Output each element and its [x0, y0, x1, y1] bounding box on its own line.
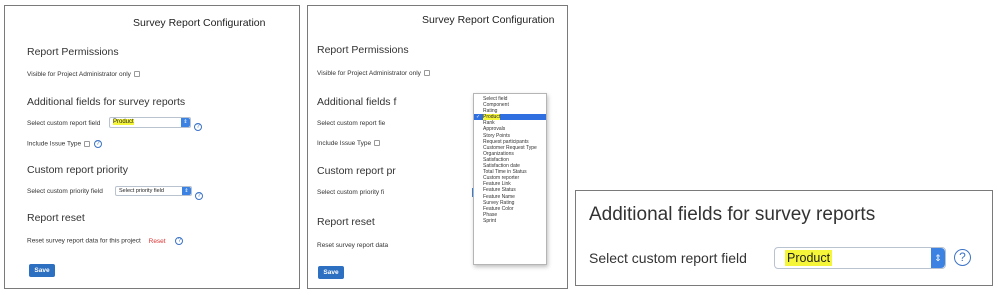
- custom-field-dropdown[interactable]: Select field Component Rating ✓ Product Rank A…: [473, 93, 547, 265]
- dropdown-option-label: Product: [483, 114, 501, 121]
- page-title: Survey Report Configuration: [422, 14, 555, 26]
- permissions-heading: Report Permissions: [317, 44, 409, 56]
- page-title: Survey Report Configuration: [133, 17, 266, 29]
- additional-fields-heading: Additional fields f: [317, 96, 397, 108]
- reset-label: Reset survey report data for this projec…: [27, 237, 141, 245]
- custom-field-value: Product: [113, 119, 134, 125]
- config-panel-dropdown-open: Survey Report Configuration Report Permi…: [307, 5, 568, 289]
- priority-heading: Custom report priority: [27, 164, 128, 176]
- priority-label: Select custom priority field: [27, 188, 103, 195]
- include-issue-type-checkbox[interactable]: [374, 140, 381, 147]
- config-panel-default: Survey Report Configuration Report Permi…: [4, 5, 300, 289]
- additional-fields-heading: Additional fields for survey reports: [27, 96, 186, 108]
- zoomed-detail-panel: Additional fields for survey reports Sel…: [575, 190, 993, 286]
- visible-admin-row: Visible for Project Administrator only: [27, 71, 140, 78]
- priority-value: Select priority field: [119, 188, 164, 194]
- include-issue-type-row: Include Issue Type: [317, 140, 381, 147]
- save-button[interactable]: Save: [318, 266, 344, 279]
- permissions-heading: Report Permissions: [27, 46, 119, 58]
- visible-admin-checkbox[interactable]: [133, 71, 140, 78]
- include-issue-type-label: Include Issue Type: [27, 140, 82, 148]
- help-icon[interactable]: ?: [194, 122, 202, 131]
- dropdown-options: Select field Component Rating ✓ Product Rank A…: [474, 96, 546, 224]
- visible-admin-label: Visible for Project Administrator only: [27, 71, 131, 78]
- custom-field-label: Select custom report field: [27, 120, 101, 127]
- dropdown-option[interactable]: Sprint: [474, 218, 546, 224]
- select-arrows-icon: ⇕: [181, 118, 190, 127]
- help-icon[interactable]: ?: [93, 140, 102, 148]
- save-button[interactable]: Save: [29, 264, 55, 277]
- select-arrows-icon: ⇕: [182, 187, 191, 195]
- custom-field-label: Select custom report field: [589, 250, 747, 266]
- visible-admin-checkbox[interactable]: [423, 70, 430, 77]
- help-icon[interactable]: ?: [175, 237, 184, 245]
- include-issue-type-label: Include Issue Type: [317, 140, 372, 147]
- priority-select[interactable]: Select priority field ⇕: [115, 186, 192, 196]
- custom-field-help[interactable]: ?: [954, 249, 971, 267]
- custom-field-help[interactable]: ?: [194, 118, 202, 136]
- help-icon[interactable]: ?: [195, 191, 203, 200]
- visible-admin-label: Visible for Project Administrator only: [317, 70, 421, 77]
- priority-help[interactable]: ?: [195, 187, 203, 205]
- custom-field-select[interactable]: Product ⇕: [109, 117, 191, 128]
- reset-row: Reset survey report data for this projec…: [27, 237, 184, 245]
- reset-heading: Report reset: [317, 216, 375, 228]
- reset-label: Reset survey report data: [317, 242, 389, 249]
- custom-field-label: Select custom report fie: [317, 120, 386, 127]
- priority-heading: Custom report pr: [317, 165, 396, 177]
- help-icon[interactable]: ?: [954, 249, 971, 267]
- priority-label: Select custom priority fi: [317, 189, 385, 196]
- include-issue-type-row: Include Issue Type ?: [27, 140, 102, 148]
- additional-fields-heading: Additional fields for survey reports: [589, 204, 876, 225]
- visible-admin-row: Visible for Project Administrator only: [317, 70, 430, 77]
- include-issue-type-checkbox[interactable]: [84, 141, 91, 147]
- select-arrows-icon: ⇕: [931, 248, 945, 268]
- custom-field-value: Product: [785, 250, 833, 266]
- reset-link[interactable]: Reset: [149, 238, 166, 245]
- reset-heading: Report reset: [27, 212, 85, 224]
- custom-field-select[interactable]: Product ⇕: [774, 247, 946, 269]
